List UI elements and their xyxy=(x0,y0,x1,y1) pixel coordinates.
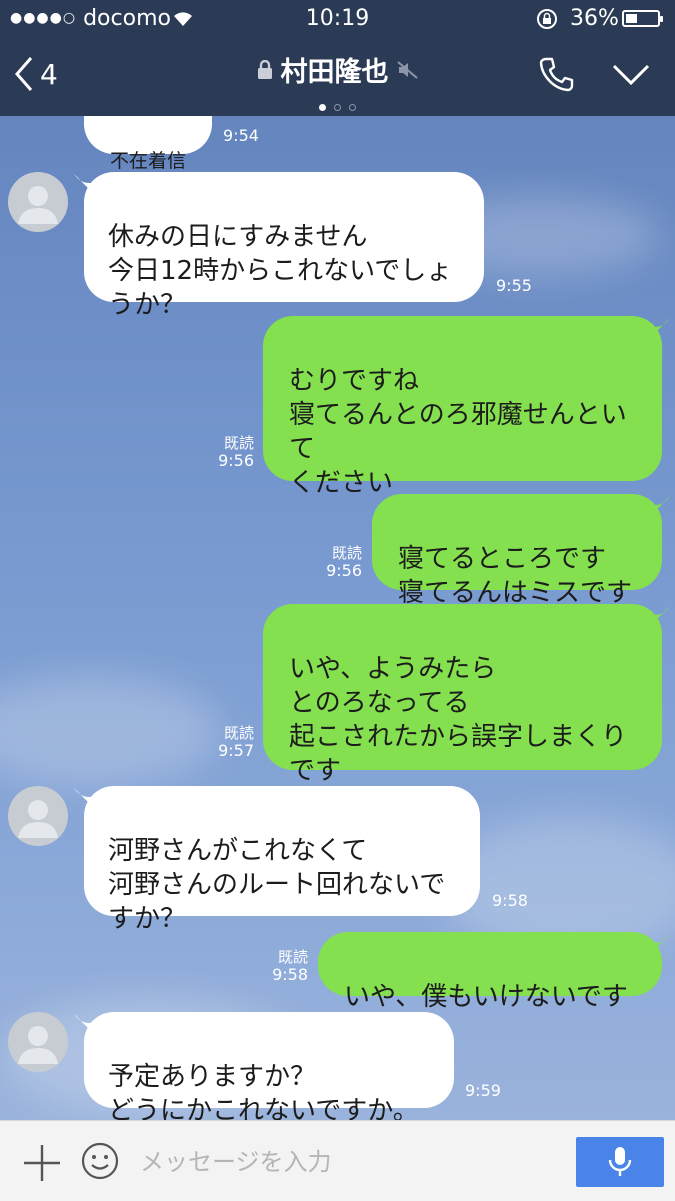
message-meta: 既読 9:57 xyxy=(200,724,254,760)
lock-icon xyxy=(257,59,272,79)
message-time: 9:57 xyxy=(218,741,254,760)
message-time: 9:56 xyxy=(218,451,254,470)
message-input[interactable] xyxy=(138,1143,562,1181)
message-bubble-outgoing[interactable]: むりですね 寝てるんとのろ邪魔せんとい て ください xyxy=(263,316,662,498)
message-meta: 既読 9:56 xyxy=(200,434,254,470)
message-meta: 既読 9:56 xyxy=(308,544,362,580)
chat-area[interactable]: 不在着信 9:54 休みの日にすみません 今日12時からこれないでしょ うか？ … xyxy=(0,116,675,1120)
message-text: 寝てるところです 寝てるんはミスです xyxy=(398,544,633,608)
avatar[interactable] xyxy=(8,172,68,232)
message-time: 9:58 xyxy=(492,891,528,910)
read-receipt: 既読 xyxy=(223,724,254,742)
microphone-icon xyxy=(608,1147,632,1176)
page-dot xyxy=(349,104,356,111)
chat-header: 4 村田隆也 xyxy=(0,38,675,116)
message-meta: 9:54 xyxy=(223,127,259,145)
message-text: 休みの日にすみません 今日12時からこれないでしょ うか？ xyxy=(108,222,453,320)
battery-level xyxy=(626,14,637,23)
message-text: いや、ようみたら とのろなってる 起こされたから誤字しまくり です xyxy=(289,654,628,786)
bubble-tail xyxy=(648,606,670,628)
message-bubble-incoming[interactable]: 河野さんがこれなくて 河野さんのルート回れないで すか？ xyxy=(84,786,480,934)
message-time: 9:54 xyxy=(223,126,259,145)
page-indicator xyxy=(0,96,675,115)
message-bubble-outgoing[interactable]: いや、僕もいけないです xyxy=(318,932,662,1012)
message-meta: 9:59 xyxy=(465,1082,501,1100)
page-dot xyxy=(319,104,326,111)
smiley-icon xyxy=(81,1142,119,1180)
status-bar: ●●●●○ docomo 10:19 36% xyxy=(0,0,675,38)
mute-icon xyxy=(396,60,418,79)
message-time: 9:55 xyxy=(496,276,532,295)
read-receipt: 既読 xyxy=(223,434,254,452)
call-button[interactable] xyxy=(538,56,574,96)
read-receipt: 既読 xyxy=(277,948,308,966)
message-bubble-outgoing[interactable]: 寝てるところです 寝てるんはミスです xyxy=(372,494,662,608)
avatar[interactable] xyxy=(8,1012,68,1072)
read-receipt: 既読 xyxy=(331,544,362,562)
page-dot xyxy=(334,104,341,111)
menu-toggle-button[interactable] xyxy=(612,64,650,90)
message-bubble-outgoing[interactable]: いや、ようみたら とのろなってる 起こされたから誤字しまくり です xyxy=(263,604,662,786)
battery-icon xyxy=(622,10,663,27)
message-meta: 9:55 xyxy=(496,277,532,295)
message-time: 9:59 xyxy=(465,1081,501,1100)
plus-icon xyxy=(24,1145,60,1181)
message-time: 9:56 xyxy=(326,561,362,580)
avatar[interactable] xyxy=(8,786,68,846)
battery-percent: 36% xyxy=(570,6,619,31)
message-text: 予定ありますか？ どうにかこれないですか。 xyxy=(108,1062,419,1120)
rotation-lock-icon xyxy=(536,8,558,34)
message-text: 河野さんがこれなくて 河野さんのルート回れないで すか？ xyxy=(108,836,446,934)
sticker-button[interactable] xyxy=(80,1141,120,1185)
phone-icon xyxy=(539,57,574,92)
chat-title: 村田隆也 xyxy=(280,57,389,88)
message-input-bar xyxy=(0,1120,675,1201)
message-text: 不在着信 xyxy=(110,150,187,172)
chevron-down-icon xyxy=(612,64,650,86)
bubble-tail xyxy=(648,934,670,956)
bubble-tail xyxy=(648,496,670,518)
person-icon xyxy=(18,800,58,838)
missed-call-bubble[interactable]: 不在着信 xyxy=(84,116,212,172)
message-text: いや、僕もいけないです xyxy=(344,982,628,1012)
background-cloud xyxy=(0,676,220,786)
message-bubble-incoming[interactable]: 休みの日にすみません 今日12時からこれないでしょ うか？ xyxy=(84,172,484,320)
bubble-tail xyxy=(648,318,670,340)
voice-input-button[interactable] xyxy=(576,1137,664,1187)
message-meta: 既読 9:58 xyxy=(254,948,308,984)
add-attachment-button[interactable] xyxy=(22,1143,62,1187)
message-meta: 9:58 xyxy=(492,892,528,910)
message-bubble-incoming[interactable]: 予定ありますか？ どうにかこれないですか。 xyxy=(84,1012,454,1120)
person-icon xyxy=(18,1026,58,1064)
person-icon xyxy=(18,186,58,224)
message-time: 9:58 xyxy=(272,965,308,984)
message-text: むりですね 寝てるんとのろ邪魔せんとい て ください xyxy=(289,366,627,498)
